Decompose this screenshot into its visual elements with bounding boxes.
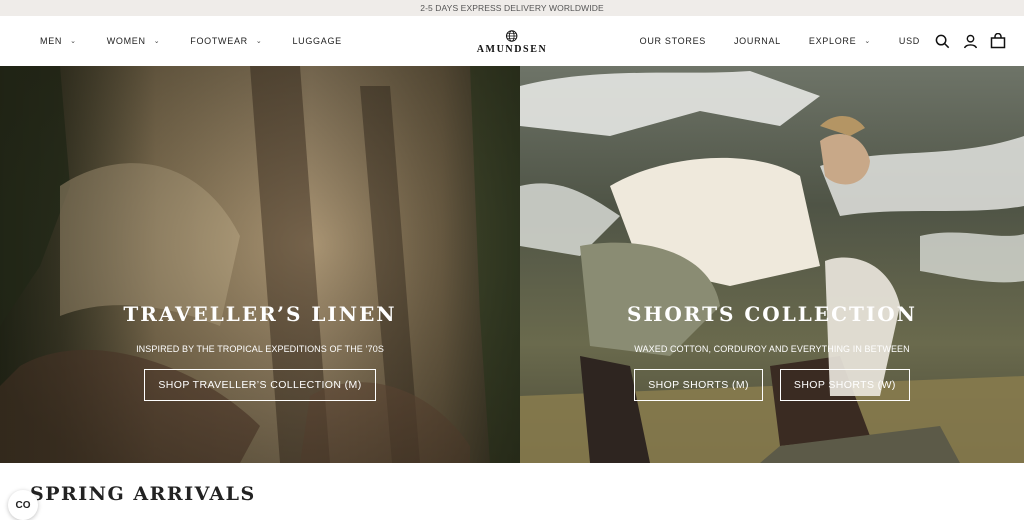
logo-text: AMUNDSEN bbox=[476, 44, 548, 55]
search-icon bbox=[935, 34, 949, 48]
account-icon bbox=[963, 34, 977, 48]
hero-left-content: TRAVELLER’S LINEN INSPIRED BY THE TROPIC… bbox=[0, 302, 520, 401]
site-header: MEN ⌄ WOMEN ⌄ FOOTWEAR ⌄ LUGGAGE AMUNDSEN O… bbox=[0, 16, 1024, 66]
nav-women-label: WOMEN bbox=[106, 36, 146, 46]
hero-banner: TRAVELLER’S LINEN INSPIRED BY THE TROPIC… bbox=[0, 66, 1024, 463]
cookie-icon: CO bbox=[15, 499, 31, 511]
hero-panel-travellers-linen[interactable]: TRAVELLER’S LINEN INSPIRED BY THE TROPIC… bbox=[0, 66, 520, 463]
nav-journal-label: JOURNAL bbox=[733, 36, 781, 46]
announcement-bar: 2-5 DAYS EXPRESS DELIVERY WORLDWIDE bbox=[0, 0, 1024, 16]
chevron-down-icon: ⌄ bbox=[70, 38, 77, 45]
nav-luggage[interactable]: LUGGAGE bbox=[292, 36, 341, 46]
hero-panel-shorts-collection[interactable]: SHORTS COLLECTION WAXED COTTON, CORDUROY… bbox=[520, 66, 1024, 463]
main-nav-left: MEN ⌄ WOMEN ⌄ FOOTWEAR ⌄ LUGGAGE bbox=[40, 36, 372, 46]
shop-travellers-collection-button[interactable]: SHOP TRAVELLER’S COLLECTION (M) bbox=[144, 369, 376, 401]
shop-shorts-women-button[interactable]: SHOP SHORTS (W) bbox=[779, 369, 910, 401]
hero-right-content: SHORTS COLLECTION WAXED COTTON, CORDUROY… bbox=[520, 302, 1024, 401]
hero-right-title: SHORTS COLLECTION bbox=[627, 302, 917, 326]
cart-icon bbox=[990, 33, 1006, 49]
hero-left-title: TRAVELLER’S LINEN bbox=[123, 302, 397, 326]
nav-our-stores[interactable]: OUR STORES bbox=[640, 36, 706, 46]
hero-left-buttons: SHOP TRAVELLER’S COLLECTION (M) bbox=[0, 369, 520, 401]
currency-label: USD bbox=[898, 36, 920, 46]
chevron-down-icon: ⌄ bbox=[153, 38, 161, 45]
nav-luggage-label: LUGGAGE bbox=[292, 36, 342, 46]
chevron-down-icon: ⌄ bbox=[255, 38, 263, 45]
main-nav-right: OUR STORES JOURNAL EXPLORE ⌄ USD bbox=[640, 27, 1012, 55]
nav-explore[interactable]: EXPLORE ⌄ bbox=[809, 36, 871, 46]
section-title: SPRING ARRIVALS bbox=[30, 483, 256, 505]
account-button[interactable] bbox=[956, 27, 984, 55]
hero-image-shorts-hiker bbox=[520, 66, 1024, 463]
announcement-text: 2-5 DAYS EXPRESS DELIVERY WORLDWIDE bbox=[420, 3, 604, 13]
nav-men[interactable]: MEN ⌄ bbox=[40, 36, 77, 46]
brand-logo[interactable]: AMUNDSEN bbox=[477, 30, 548, 55]
globe-logo-icon bbox=[506, 30, 518, 42]
hero-left-subtitle: INSPIRED BY THE TROPICAL EXPEDITIONS OF … bbox=[136, 344, 384, 354]
nav-explore-label: EXPLORE bbox=[808, 36, 857, 46]
spring-arrivals-section: SPRING ARRIVALS bbox=[0, 463, 1024, 505]
chevron-down-icon: ⌄ bbox=[864, 38, 871, 45]
nav-men-label: MEN bbox=[40, 36, 63, 46]
nav-footwear-label: FOOTWEAR bbox=[190, 36, 248, 46]
nav-footwear[interactable]: FOOTWEAR ⌄ bbox=[190, 36, 262, 46]
search-button[interactable] bbox=[928, 27, 956, 55]
nav-women[interactable]: WOMEN ⌄ bbox=[107, 36, 161, 46]
hero-image-linen-shirt bbox=[0, 66, 520, 463]
cookie-consent-button[interactable]: CO bbox=[8, 490, 38, 520]
shop-shorts-men-button[interactable]: SHOP SHORTS (M) bbox=[634, 369, 763, 401]
hero-right-subtitle: WAXED COTTON, CORDUROY AND EVERYTHING IN… bbox=[634, 344, 910, 354]
hero-right-buttons: SHOP SHORTS (M) SHOP SHORTS (W) bbox=[520, 369, 1024, 401]
nav-our-stores-label: OUR STORES bbox=[639, 36, 706, 46]
cart-button[interactable] bbox=[984, 27, 1012, 55]
currency-selector[interactable]: USD bbox=[899, 36, 920, 46]
nav-journal[interactable]: JOURNAL bbox=[734, 36, 781, 46]
